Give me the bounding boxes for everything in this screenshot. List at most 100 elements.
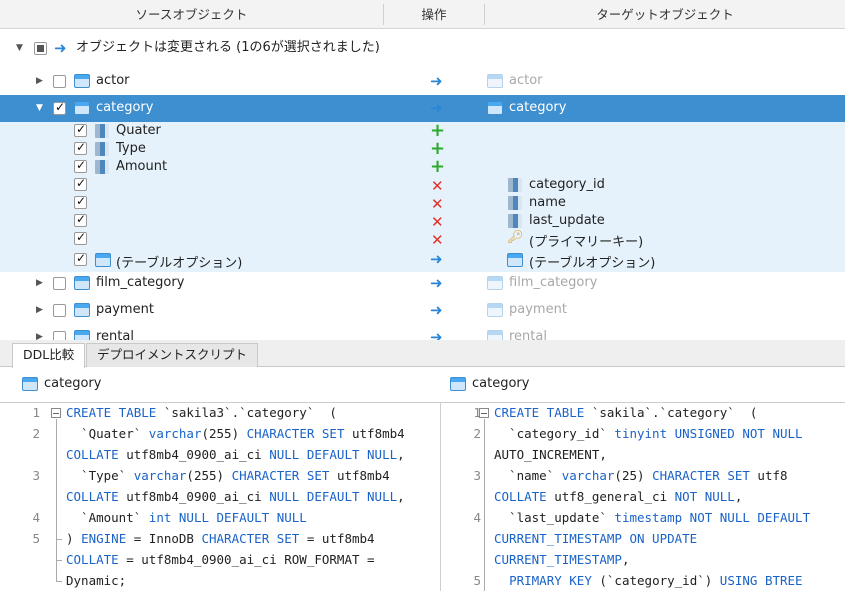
- right-panel-table-name: category: [472, 376, 530, 391]
- table-icon: [74, 74, 90, 88]
- table-row-film-category[interactable]: ▶ film_category ➜ film_category: [0, 270, 845, 297]
- collapse-triangle-icon[interactable]: ▼: [36, 103, 43, 113]
- column-icon: [95, 142, 109, 156]
- row-checkbox[interactable]: [53, 100, 66, 115]
- summary-row[interactable]: ▼ ➜ オブジェクトは変更される (1の6が選択されました): [0, 34, 845, 62]
- column-checkbox[interactable]: [74, 176, 87, 191]
- column-checkbox[interactable]: [74, 251, 87, 266]
- table-row-payment[interactable]: ▶ payment ➜ payment: [0, 297, 845, 324]
- table-row-actor[interactable]: ▶ actor ➜ actor: [0, 68, 845, 95]
- target-table-name: film_category: [509, 275, 598, 290]
- fold-guide: [56, 560, 62, 561]
- column-row-name[interactable]: ✕ name: [0, 194, 845, 212]
- target-table-name: category: [509, 100, 567, 115]
- column-row-last-update[interactable]: ✕ last_update: [0, 212, 845, 230]
- code-line: CURRENT_TIMESTAMP,: [494, 552, 630, 567]
- line-number: 4: [32, 510, 40, 525]
- code-line: COLLATE = utf8mb4_0900_ai_ci ROW_FORMAT …: [66, 552, 375, 567]
- target-table-name: actor: [509, 73, 543, 88]
- table-options-row[interactable]: (テーブルオプション) ➜ (テーブルオプション): [0, 250, 845, 271]
- column-checkbox[interactable]: [74, 212, 87, 227]
- column-row-quater[interactable]: Quater +: [0, 122, 845, 140]
- table-icon: [487, 276, 503, 290]
- source-table-name: category: [96, 100, 154, 115]
- column-name: (プライマリーキー): [529, 235, 644, 250]
- code-line: ) ENGINE = InnoDB CHARACTER SET = utf8mb…: [66, 531, 375, 546]
- row-checkbox[interactable]: [53, 304, 66, 317]
- column-row-amount[interactable]: Amount +: [0, 158, 845, 176]
- column-checkbox[interactable]: [74, 194, 87, 209]
- code-line: `name` varchar(25) CHARACTER SET utf8: [494, 468, 788, 483]
- column-checkbox[interactable]: [74, 158, 87, 173]
- expand-triangle-icon[interactable]: ▶: [36, 305, 43, 315]
- column-checkbox[interactable]: [74, 230, 87, 245]
- code-line: CURRENT_TIMESTAMP ON UPDATE: [494, 531, 698, 546]
- expand-triangle-icon[interactable]: ▶: [36, 76, 43, 86]
- target-table-name: payment: [509, 302, 567, 317]
- column-checkbox[interactable]: [74, 140, 87, 155]
- source-objects-header[interactable]: ソースオブジェクト: [0, 0, 383, 29]
- code-line: Dynamic;: [66, 573, 127, 588]
- compare-window: ソースオブジェクト 操作 ターゲットオブジェクト ▼ ➜ オブジェクトは変更され…: [0, 0, 845, 591]
- expand-triangle-icon[interactable]: ▶: [36, 278, 43, 288]
- fold-guide: [56, 539, 62, 540]
- arrow-right-icon: ➜: [430, 328, 443, 340]
- line-number: 4: [473, 510, 481, 525]
- table-icon: [22, 377, 38, 391]
- column-name: category_id: [529, 177, 605, 192]
- left-ddl-editor[interactable]: 1 2 3 4 5 CREATE TABLE `sakila3`.`catego…: [0, 402, 440, 591]
- table-options-source: (テーブルオプション): [116, 256, 243, 271]
- line-number: 3: [473, 468, 481, 483]
- arrow-right-icon: ➜: [54, 39, 67, 57]
- column-row-category-id[interactable]: ✕ category_id: [0, 176, 845, 194]
- code-line: AUTO_INCREMENT,: [494, 447, 607, 462]
- code-line: `last_update` timestamp NOT NULL DEFAULT: [494, 510, 811, 525]
- line-number: 5: [473, 573, 481, 588]
- remove-icon: ✕: [431, 177, 444, 195]
- remove-icon: ✕: [431, 231, 444, 249]
- tab-ddl-compare[interactable]: DDL比較: [12, 343, 86, 368]
- source-table-name: film_category: [96, 275, 185, 290]
- key-icon: 🔑︎: [507, 230, 524, 245]
- code-line: `Amount` int NULL DEFAULT NULL: [66, 510, 307, 525]
- right-ddl-editor[interactable]: 1 2 3 4 5 CREATE TABLE `sakila`.`categor…: [441, 402, 845, 591]
- line-number: 2: [473, 426, 481, 441]
- arrow-right-icon: ➜: [430, 99, 443, 117]
- fold-guide: [484, 419, 485, 591]
- table-icon: [74, 303, 90, 317]
- column-row-primary-key[interactable]: ✕ 🔑︎ (プライマリーキー): [0, 230, 845, 250]
- tab-deployment-script[interactable]: デプロイメントスクリプト: [86, 343, 259, 367]
- column-icon: [508, 214, 522, 228]
- column-icon: [508, 196, 522, 210]
- row-checkbox[interactable]: [53, 75, 66, 88]
- table-icon: [450, 377, 466, 391]
- expand-triangle-icon[interactable]: ▶: [36, 332, 43, 340]
- code-line: PRIMARY KEY (`category_id`) USING BTREE: [509, 573, 803, 588]
- operation-header[interactable]: 操作: [384, 0, 484, 29]
- row-checkbox[interactable]: [53, 277, 66, 290]
- right-panel-title: category: [450, 372, 840, 396]
- column-checkbox[interactable]: [74, 122, 87, 137]
- code-line: CREATE TABLE `sakila`.`category` (: [494, 405, 758, 420]
- line-number: 3: [32, 468, 40, 483]
- code-line: `category_id` tinyint UNSIGNED NOT NULL: [494, 426, 803, 441]
- column-row-type[interactable]: Type +: [0, 140, 845, 158]
- source-table-name: rental: [96, 329, 134, 340]
- fold-toggle-icon[interactable]: [51, 408, 61, 418]
- table-icon: [487, 74, 503, 88]
- table-options-target: (テーブルオプション): [529, 256, 656, 271]
- line-number: 1: [473, 405, 481, 420]
- arrow-right-icon: ➜: [430, 72, 443, 90]
- summary-checkbox[interactable]: [34, 42, 47, 55]
- fold-toggle-icon[interactable]: [479, 408, 489, 418]
- row-checkbox[interactable]: [53, 331, 66, 340]
- table-row-category[interactable]: ▼ category ➜ category: [0, 95, 845, 122]
- target-objects-header[interactable]: ターゲットオブジェクト: [485, 0, 845, 29]
- fold-guide: [56, 581, 62, 582]
- table-row-rental[interactable]: ▶ rental ➜ rental: [0, 324, 845, 340]
- collapse-triangle-icon[interactable]: ▼: [16, 34, 23, 62]
- line-number: 1: [32, 405, 40, 420]
- column-name: last_update: [529, 213, 605, 228]
- table-icon: [74, 101, 90, 115]
- column-name: Amount: [116, 159, 168, 174]
